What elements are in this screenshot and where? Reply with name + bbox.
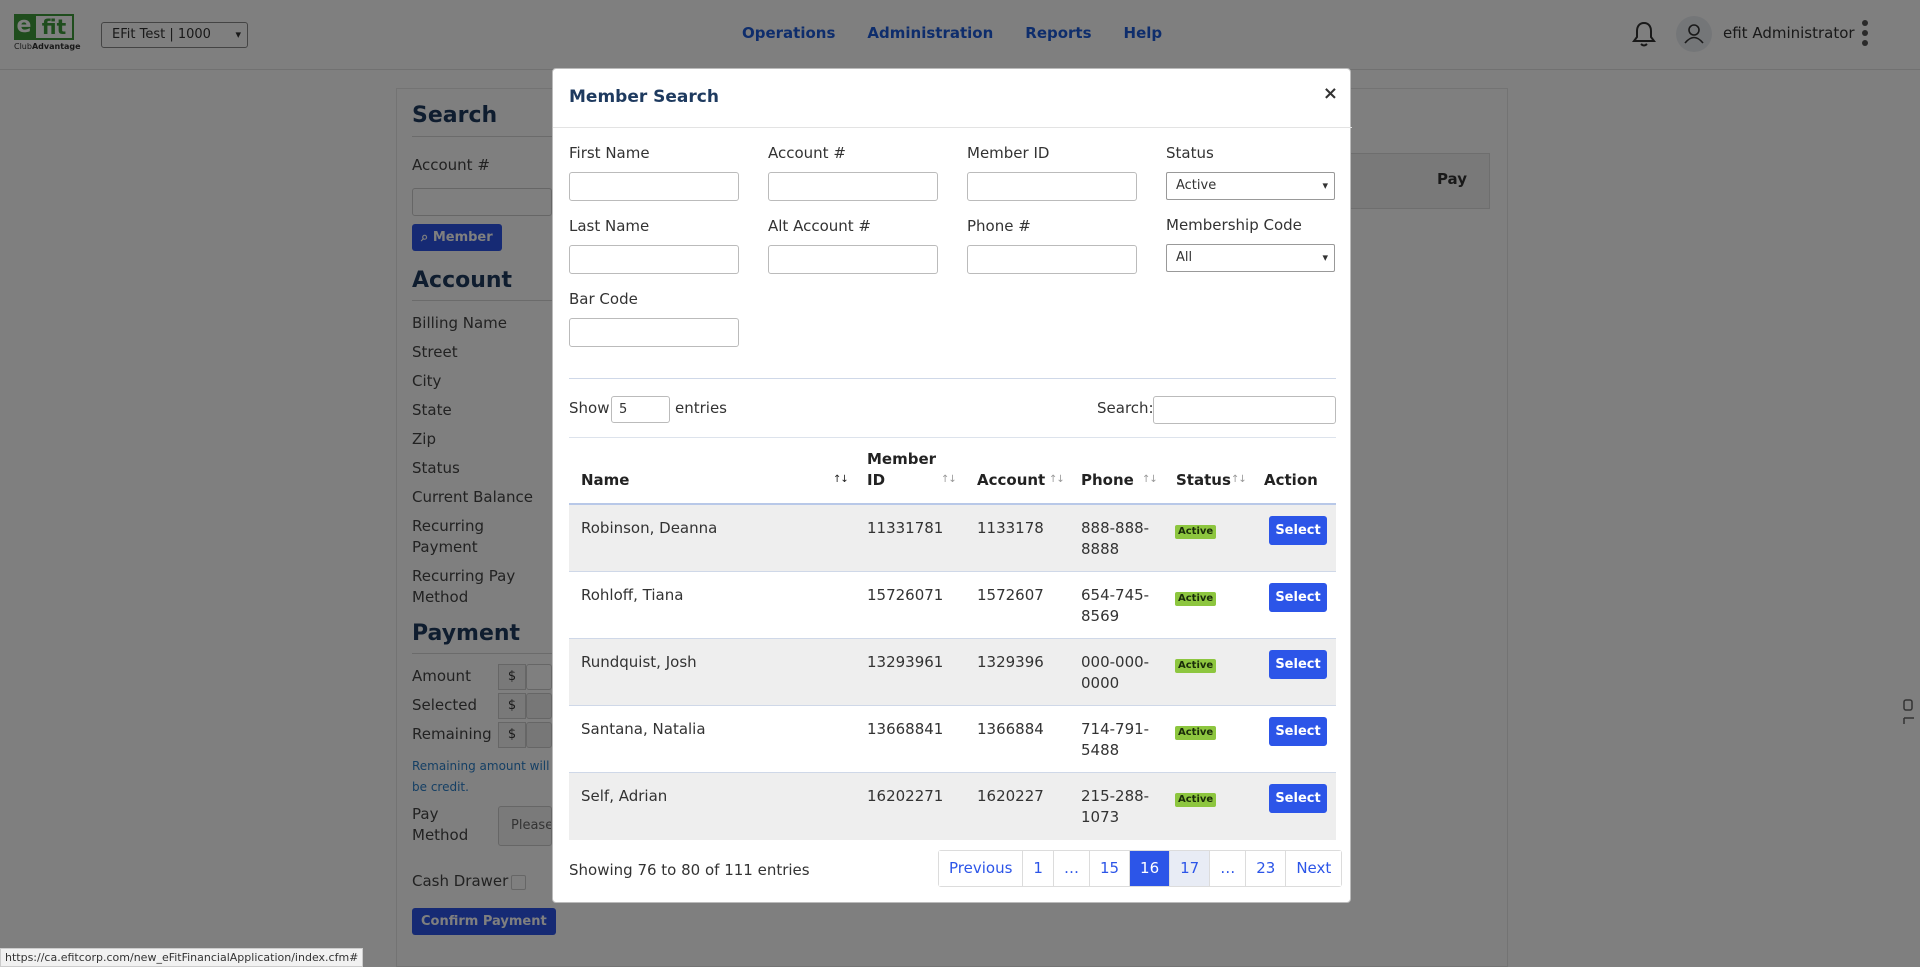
status-badge: Active: [1175, 793, 1217, 807]
pagination-page-23[interactable]: 23: [1246, 851, 1287, 886]
status-badge: Active: [1175, 525, 1217, 539]
first-name-input[interactable]: [569, 172, 739, 201]
modal-title: Member Search: [569, 87, 719, 107]
last-name-input[interactable]: [569, 245, 739, 274]
account-number: 1133178: [977, 519, 1044, 537]
account-label: Account #: [768, 144, 846, 162]
membership-code-select[interactable]: All ▾: [1166, 244, 1335, 272]
member-id: 13668841: [867, 720, 944, 738]
col-header-phone[interactable]: Phone: [1081, 470, 1134, 491]
table-row[interactable]: Robinson, Deanna 11331781 1133178 888-88…: [569, 505, 1336, 572]
account-number: 1366884: [977, 720, 1044, 738]
select-member-button[interactable]: Select: [1269, 784, 1327, 813]
col-header-account[interactable]: Account: [977, 470, 1045, 491]
status-badge: Active: [1175, 592, 1217, 606]
first-name-label: First Name: [569, 144, 650, 162]
sort-icon[interactable]: ↑↓: [1142, 474, 1158, 485]
member-search-modal: Member Search × First Name Account # Mem…: [552, 68, 1352, 903]
bar-code-input[interactable]: [569, 318, 739, 347]
member-id-input[interactable]: [967, 172, 1137, 201]
phone-label: Phone #: [967, 217, 1031, 235]
pagination-previous[interactable]: Previous: [939, 851, 1024, 886]
member-name: Rohloff, Tiana: [581, 586, 684, 604]
member-id: 15726071: [867, 586, 944, 604]
phone-number: 888-888- 8888: [1081, 519, 1150, 558]
last-name-label: Last Name: [569, 217, 650, 235]
table-row[interactable]: Santana, Natalia 13668841 1366884 714-79…: [569, 706, 1336, 773]
pagination-page-16-current[interactable]: 16: [1130, 851, 1171, 886]
phone-number: 714-791- 5488: [1081, 720, 1150, 759]
status-badge: Active: [1175, 726, 1217, 740]
show-label: Show: [569, 399, 610, 417]
pagination-page-15[interactable]: 15: [1089, 851, 1131, 886]
sort-asc-icon[interactable]: ↑↓: [833, 474, 849, 485]
account-input[interactable]: [768, 172, 938, 201]
phone-input[interactable]: [967, 245, 1137, 274]
alt-account-input[interactable]: [768, 245, 938, 274]
account-number: 1329396: [977, 653, 1044, 671]
entries-label: entries: [675, 399, 727, 417]
pagination-ellipsis: …: [1210, 851, 1247, 886]
select-member-button[interactable]: Select: [1269, 583, 1327, 612]
member-id: 16202271: [867, 787, 944, 805]
pagination-page-1[interactable]: 1: [1023, 851, 1054, 886]
account-number: 1572607: [977, 586, 1044, 604]
sort-icon[interactable]: ↑↓: [1049, 474, 1065, 485]
account-number: 1620227: [977, 787, 1044, 805]
alt-account-label: Alt Account #: [768, 217, 871, 235]
status-bar-url: https://ca.efitcorp.com/new_eFitFinancia…: [0, 948, 364, 967]
status-badge: Active: [1175, 659, 1217, 673]
table-row[interactable]: Rohloff, Tiana 15726071 1572607 654-745-…: [569, 572, 1336, 639]
member-name: Rundquist, Josh: [581, 653, 697, 671]
select-member-button[interactable]: Select: [1269, 516, 1327, 545]
status-select[interactable]: Active ▾: [1166, 172, 1335, 200]
form-divider: [569, 378, 1336, 379]
phone-number: 000-000- 0000: [1081, 653, 1150, 692]
table-search-input[interactable]: [1153, 396, 1336, 424]
membership-code-label: Membership Code: [1166, 216, 1302, 234]
table-info: Showing 76 to 80 of 111 entries: [569, 861, 810, 879]
phone-number: 654-745- 8569: [1081, 586, 1150, 625]
membership-code-value: All: [1176, 250, 1193, 265]
page-length-input[interactable]: 5: [611, 396, 670, 423]
col-header-member-id[interactable]: Member ID: [867, 449, 936, 491]
table-top-divider: [569, 437, 1336, 438]
member-name: Robinson, Deanna: [581, 519, 718, 537]
member-id: 13293961: [867, 653, 944, 671]
sort-icon[interactable]: ↑↓: [1231, 474, 1247, 485]
col-header-action: Action: [1264, 471, 1318, 489]
phone-number: 215-288- 1073: [1081, 787, 1150, 826]
select-member-button[interactable]: Select: [1269, 650, 1327, 679]
sort-icon[interactable]: ↑↓: [941, 474, 957, 485]
status-filter-label: Status: [1166, 144, 1214, 162]
col-header-name[interactable]: Name: [581, 470, 629, 491]
pagination-ellipsis: …: [1053, 851, 1090, 886]
modal-header: Member Search ×: [553, 69, 1352, 128]
member-name: Santana, Natalia: [581, 720, 706, 738]
col-header-status[interactable]: Status: [1176, 470, 1231, 491]
chevron-down-icon: ▾: [1322, 251, 1328, 264]
table-search-label: Search:: [1097, 399, 1154, 417]
status-select-value: Active: [1176, 178, 1217, 193]
table-row[interactable]: Self, Adrian 16202271 1620227 215-288- 10…: [569, 773, 1336, 840]
pagination-page-17[interactable]: 17: [1170, 851, 1211, 886]
member-id-label: Member ID: [967, 144, 1050, 162]
chevron-down-icon: ▾: [1322, 179, 1328, 192]
close-icon[interactable]: ×: [1323, 83, 1338, 104]
pagination: Previous 1 … 15 16 17 … 23 Next: [938, 850, 1343, 887]
select-member-button[interactable]: Select: [1269, 717, 1327, 746]
member-id: 11331781: [867, 519, 944, 537]
bar-code-label: Bar Code: [569, 290, 638, 308]
member-name: Self, Adrian: [581, 787, 668, 805]
side-widget-icon[interactable]: [1900, 698, 1920, 726]
pagination-next[interactable]: Next: [1286, 851, 1342, 886]
table-row[interactable]: Rundquist, Josh 13293961 1329396 000-000…: [569, 639, 1336, 706]
